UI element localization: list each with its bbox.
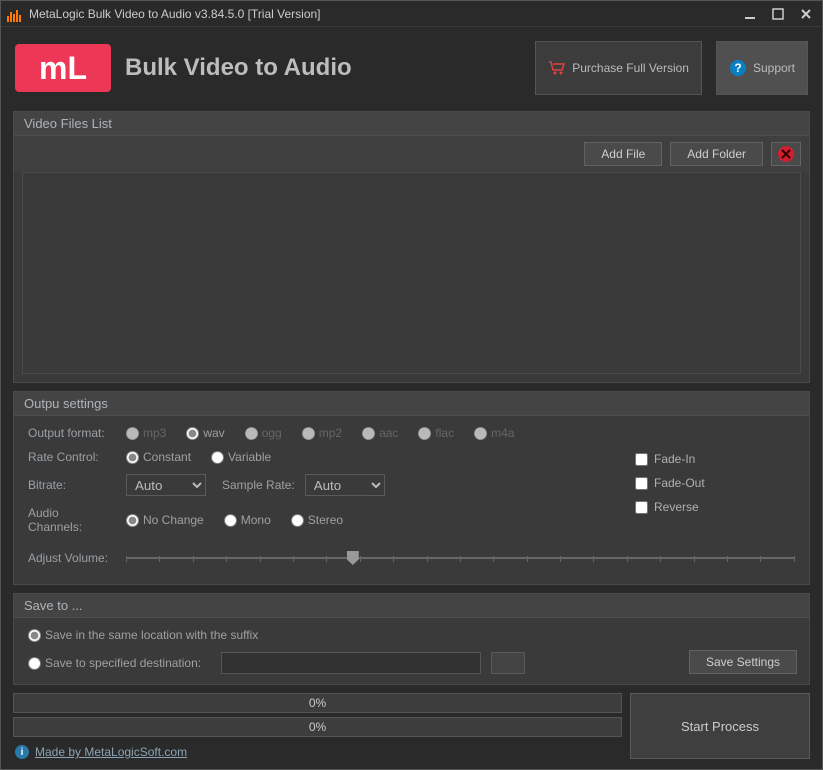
files-panel-title: Video Files List xyxy=(14,112,809,136)
browse-button[interactable] xyxy=(491,652,525,674)
cart-icon xyxy=(548,60,566,76)
fade-in-check[interactable]: Fade-In xyxy=(635,452,795,466)
close-button[interactable] xyxy=(796,6,816,22)
remove-button[interactable] xyxy=(771,142,801,166)
format-flac: flac xyxy=(418,426,454,440)
start-process-button[interactable]: Start Process xyxy=(630,693,810,759)
header: mL Bulk Video to Audio Purchase Full Ver… xyxy=(13,37,810,103)
output-settings-panel: Outpu settings Output format: mp3 wav og… xyxy=(13,391,810,585)
progress-bar-2: 0% xyxy=(13,717,622,737)
adjust-volume-label: Adjust Volume: xyxy=(28,551,116,565)
output-format-label: Output format: xyxy=(28,426,116,440)
format-aac: aac xyxy=(362,426,398,440)
volume-slider[interactable] xyxy=(126,546,795,570)
sample-rate-label: Sample Rate: xyxy=(222,478,295,492)
fade-out-check[interactable]: Fade-Out xyxy=(635,476,795,490)
reverse-check[interactable]: Reverse xyxy=(635,500,795,514)
bitrate-select[interactable]: Auto xyxy=(126,474,206,496)
support-label: Support xyxy=(753,61,795,75)
channels-mono[interactable]: Mono xyxy=(224,513,271,527)
question-icon: ? xyxy=(729,59,747,77)
destination-input[interactable] xyxy=(221,652,481,674)
titlebar[interactable]: MetaLogic Bulk Video to Audio v3.84.5.0 … xyxy=(1,1,822,27)
save-same-location[interactable]: Save in the same location with the suffi… xyxy=(28,628,785,642)
purchase-button[interactable]: Purchase Full Version xyxy=(535,41,702,95)
maximize-button[interactable] xyxy=(768,6,788,22)
rate-variable[interactable]: Variable xyxy=(211,450,271,464)
svg-text:?: ? xyxy=(734,61,741,75)
format-ogg: ogg xyxy=(245,426,282,440)
rate-control-label: Rate Control: xyxy=(28,450,116,464)
minimize-button[interactable] xyxy=(740,6,760,22)
add-folder-button[interactable]: Add Folder xyxy=(670,142,763,166)
channels-nochange[interactable]: No Change xyxy=(126,513,204,527)
app-icon xyxy=(7,6,23,22)
save-specified[interactable]: Save to specified destination: xyxy=(28,656,201,670)
format-wav[interactable]: wav xyxy=(186,426,224,440)
save-to-panel: Save to ... Save in the same location wi… xyxy=(13,593,810,685)
app-window: MetaLogic Bulk Video to Audio v3.84.5.0 … xyxy=(0,0,823,770)
add-file-button[interactable]: Add File xyxy=(584,142,662,166)
logo: mL xyxy=(15,44,111,92)
remove-icon xyxy=(777,145,795,163)
window-title: MetaLogic Bulk Video to Audio v3.84.5.0 … xyxy=(29,7,740,21)
format-mp3: mp3 xyxy=(126,426,166,440)
save-to-title: Save to ... xyxy=(14,594,809,618)
sample-rate-select[interactable]: Auto xyxy=(305,474,385,496)
format-m4a: m4a xyxy=(474,426,514,440)
info-icon: i xyxy=(15,745,29,759)
made-by-link[interactable]: Made by MetaLogicSoft.com xyxy=(35,745,187,759)
purchase-label: Purchase Full Version xyxy=(572,61,689,75)
progress-bar-1: 0% xyxy=(13,693,622,713)
support-button[interactable]: ? Support xyxy=(716,41,808,95)
bitrate-label: Bitrate: xyxy=(28,478,116,492)
format-mp2: mp2 xyxy=(302,426,342,440)
app-name: Bulk Video to Audio xyxy=(125,54,521,82)
output-settings-title: Outpu settings xyxy=(14,392,809,416)
files-panel: Video Files List Add File Add Folder xyxy=(13,111,810,383)
rate-constant[interactable]: Constant xyxy=(126,450,191,464)
channels-label: Audio Channels: xyxy=(28,506,116,534)
channels-stereo[interactable]: Stereo xyxy=(291,513,343,527)
save-settings-button[interactable]: Save Settings xyxy=(689,650,797,674)
files-list[interactable] xyxy=(22,172,801,374)
